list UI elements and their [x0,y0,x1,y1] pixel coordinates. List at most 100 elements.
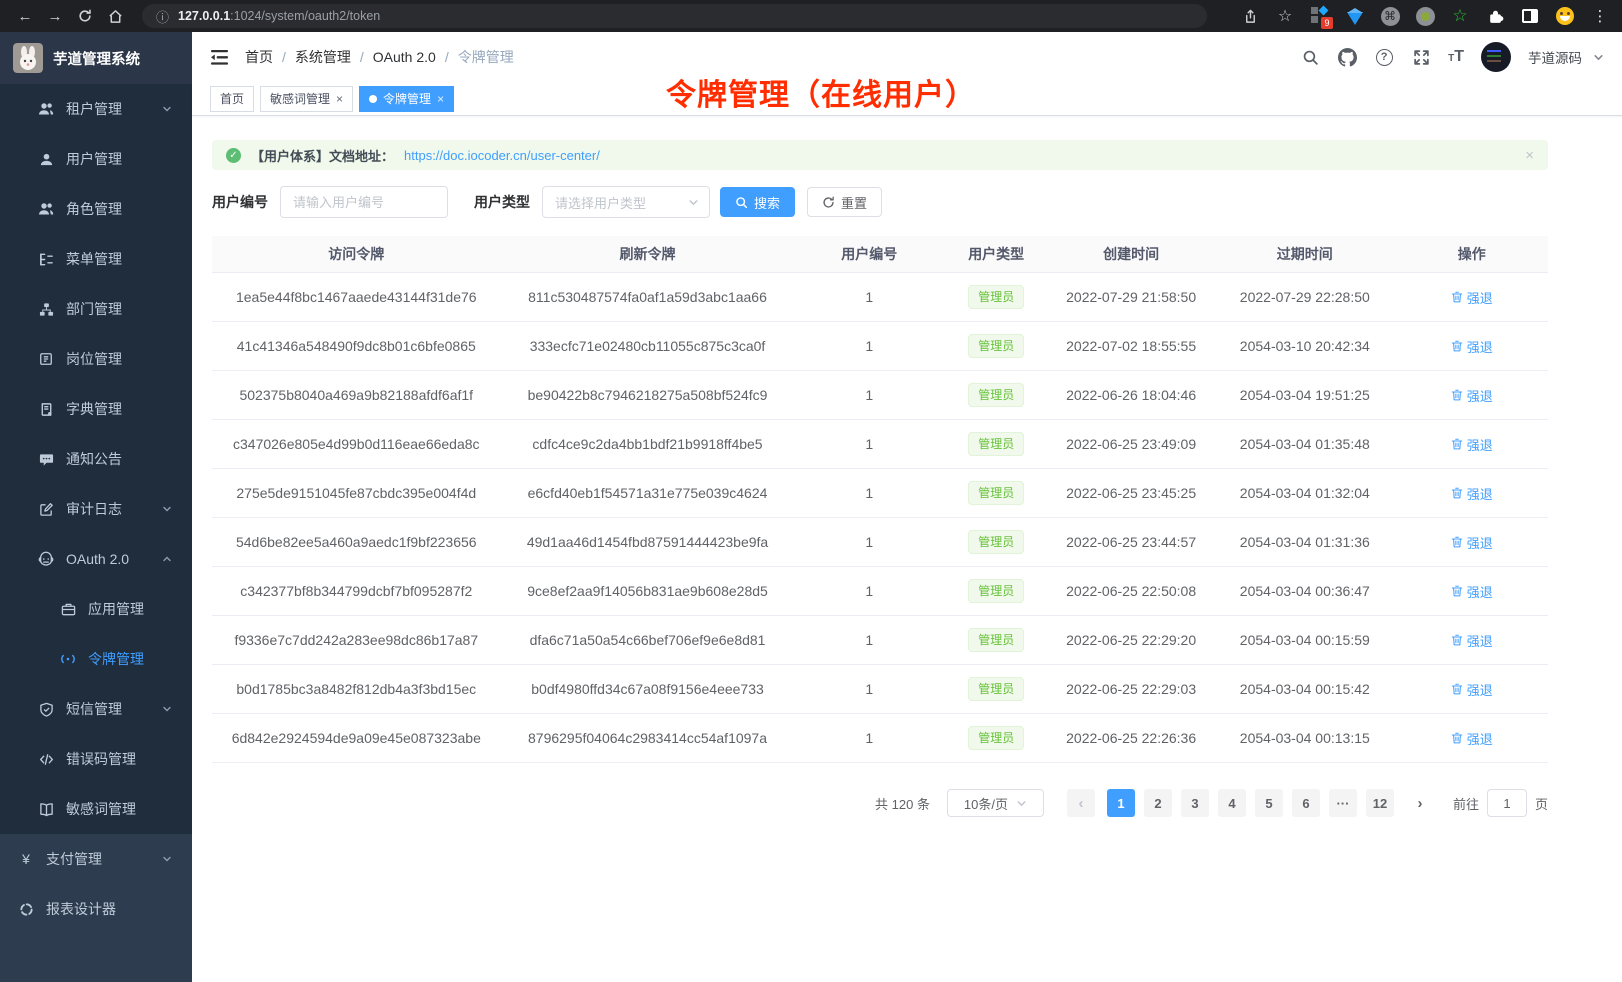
sidebar-item-pay[interactable]: ¥ 支付管理 [0,834,192,884]
page-button-1[interactable]: 1 [1107,789,1135,817]
sidebar-item-menu[interactable]: 菜单管理 [0,234,192,284]
sidebar-item-sms[interactable]: 短信管理 [0,684,192,734]
sidebar-item-user[interactable]: 用户管理 [0,134,192,184]
page-button-12[interactable]: 12 [1366,789,1394,817]
table-row: b0d1785bc3a8482f812db4a3f3bd15ec b0df498… [212,665,1548,714]
extension-command-icon[interactable]: ⌘ [1380,6,1400,26]
action-cell: 强退 [1396,665,1548,713]
extension-record-icon[interactable] [1415,6,1435,26]
close-icon[interactable]: × [437,93,444,105]
font-size-icon[interactable]: TT [1448,48,1464,66]
revoke-button[interactable]: 强退 [1451,484,1493,503]
alert-text: 【用户体系】文档地址： [251,146,394,165]
extension-star-icon[interactable]: ☆ [1450,6,1470,26]
dict-icon [38,401,54,417]
revoke-button[interactable]: 强退 [1451,435,1493,454]
collapse-sidebar-icon[interactable] [210,49,229,66]
reset-button-label: 重置 [841,193,867,212]
column-user-id: 用户编号 [794,236,944,272]
sidebar-item-errcode[interactable]: 错误码管理 [0,734,192,784]
user-name[interactable]: 芋道源码 [1528,47,1582,67]
refresh-token-cell: dfa6c71a50a54c66bef706ef9e6e8d81 [501,616,795,664]
sidebar-item-report[interactable]: 报表设计器 [0,884,192,934]
revoke-button[interactable]: 强退 [1451,729,1493,748]
page-info-icon[interactable]: ⓘ [156,7,169,26]
avatar[interactable] [1481,42,1511,72]
address-bar[interactable]: ⓘ 127.0.0.1:1024/system/oauth2/token [142,4,1207,28]
revoke-label: 强退 [1467,680,1493,699]
revoke-button[interactable]: 强退 [1451,680,1493,699]
profile-emoji-icon[interactable] [1555,6,1575,26]
browser-reload-icon[interactable] [72,4,98,28]
page-button-2[interactable]: 2 [1144,789,1172,817]
user-type-badge: 管理员 [968,334,1024,358]
app-logo-bar[interactable]: 芋道管理系统 [0,32,192,84]
sidebar-item-oauth-token[interactable]: 令牌管理 [0,634,192,684]
search-button[interactable]: 搜索 [720,187,795,217]
sidebar-item-sensitive[interactable]: 敏感词管理 [0,784,192,834]
reset-button[interactable]: 重置 [807,187,882,217]
goto-page-input[interactable] [1487,789,1527,817]
revoke-button[interactable]: 强退 [1451,288,1493,307]
user-type-label: 用户类型 [474,192,530,212]
breadcrumb-home[interactable]: 首页 [245,47,273,67]
extension-puzzle-icon[interactable] [1485,6,1505,26]
extension-gem-icon[interactable] [1345,6,1365,26]
table-row: c342377bf8b344799dcbf7bf095287f2 9ce8ef2… [212,567,1548,616]
menu-icon [38,251,54,267]
user-menu-caret-icon[interactable] [1593,52,1604,63]
extension-tiles-icon[interactable]: 9 [1310,6,1330,26]
browser-back-icon[interactable]: ← [12,4,38,28]
sidebar-item-post[interactable]: 岗位管理 [0,334,192,384]
trash-icon [1451,732,1463,744]
sidebar-submenu-system: 租户管理 用户管理 角色管理 菜单管理 部门管理 岗位管理 [0,84,192,834]
sidebar-item-oauth[interactable]: OAuth 2.0 [0,534,192,584]
tab-home[interactable]: 首页 [210,86,254,112]
page-more-button[interactable]: ··· [1329,789,1357,817]
fullscreen-icon[interactable] [1411,47,1431,67]
tab-token[interactable]: 令牌管理× [359,86,454,112]
share-icon[interactable] [1240,6,1260,26]
page-size-select[interactable]: 10条/页 [947,789,1044,817]
help-icon[interactable]: ? [1374,47,1394,67]
browser-forward-icon[interactable]: → [42,4,68,28]
revoke-button[interactable]: 强退 [1451,386,1493,405]
revoke-button[interactable]: 强退 [1451,631,1493,650]
create-time-cell: 2022-07-02 18:55:55 [1048,322,1214,370]
sidebar-item-dict[interactable]: 字典管理 [0,384,192,434]
user-id-cell: 1 [794,420,944,468]
sidebar-item-audit[interactable]: 审计日志 [0,484,192,534]
breadcrumb-system[interactable]: 系统管理 [295,47,351,67]
prev-page-button[interactable]: ‹ [1067,789,1095,817]
page-button-4[interactable]: 4 [1218,789,1246,817]
app-title: 芋道管理系统 [53,48,140,69]
user-type-select[interactable]: 请选择用户类型 [542,186,710,218]
close-icon[interactable]: × [336,93,343,105]
sidebar-item-oauth-app[interactable]: 应用管理 [0,584,192,634]
github-icon[interactable] [1337,47,1357,67]
breadcrumb-separator: / [360,49,364,65]
sidebar-item-dept[interactable]: 部门管理 [0,284,192,334]
doc-alert: ✓ 【用户体系】文档地址： https://doc.iocoder.cn/use… [212,140,1548,170]
page-button-6[interactable]: 6 [1292,789,1320,817]
sidebar-item-notice[interactable]: 通知公告 [0,434,192,484]
browser-home-icon[interactable] [102,4,128,28]
revoke-button[interactable]: 强退 [1451,337,1493,356]
alert-close-icon[interactable]: × [1525,147,1534,164]
revoke-button[interactable]: 强退 [1451,582,1493,601]
doc-link[interactable]: https://doc.iocoder.cn/user-center/ [404,148,600,163]
bookmark-star-icon[interactable]: ☆ [1275,6,1295,26]
side-panel-icon[interactable] [1520,6,1540,26]
revoke-button[interactable]: 强退 [1451,533,1493,552]
sidebar-item-tenant[interactable]: 租户管理 [0,84,192,134]
breadcrumb-oauth[interactable]: OAuth 2.0 [373,49,436,65]
page-button-5[interactable]: 5 [1255,789,1283,817]
tab-sensitive-word[interactable]: 敏感词管理× [260,86,353,112]
sidebar-item-role[interactable]: 角色管理 [0,184,192,234]
revoke-label: 强退 [1467,631,1493,650]
search-icon[interactable] [1300,47,1320,67]
next-page-button[interactable]: › [1406,789,1434,817]
user-id-input[interactable] [280,186,448,218]
page-button-3[interactable]: 3 [1181,789,1209,817]
browser-menu-icon[interactable]: ⋮ [1590,6,1610,26]
